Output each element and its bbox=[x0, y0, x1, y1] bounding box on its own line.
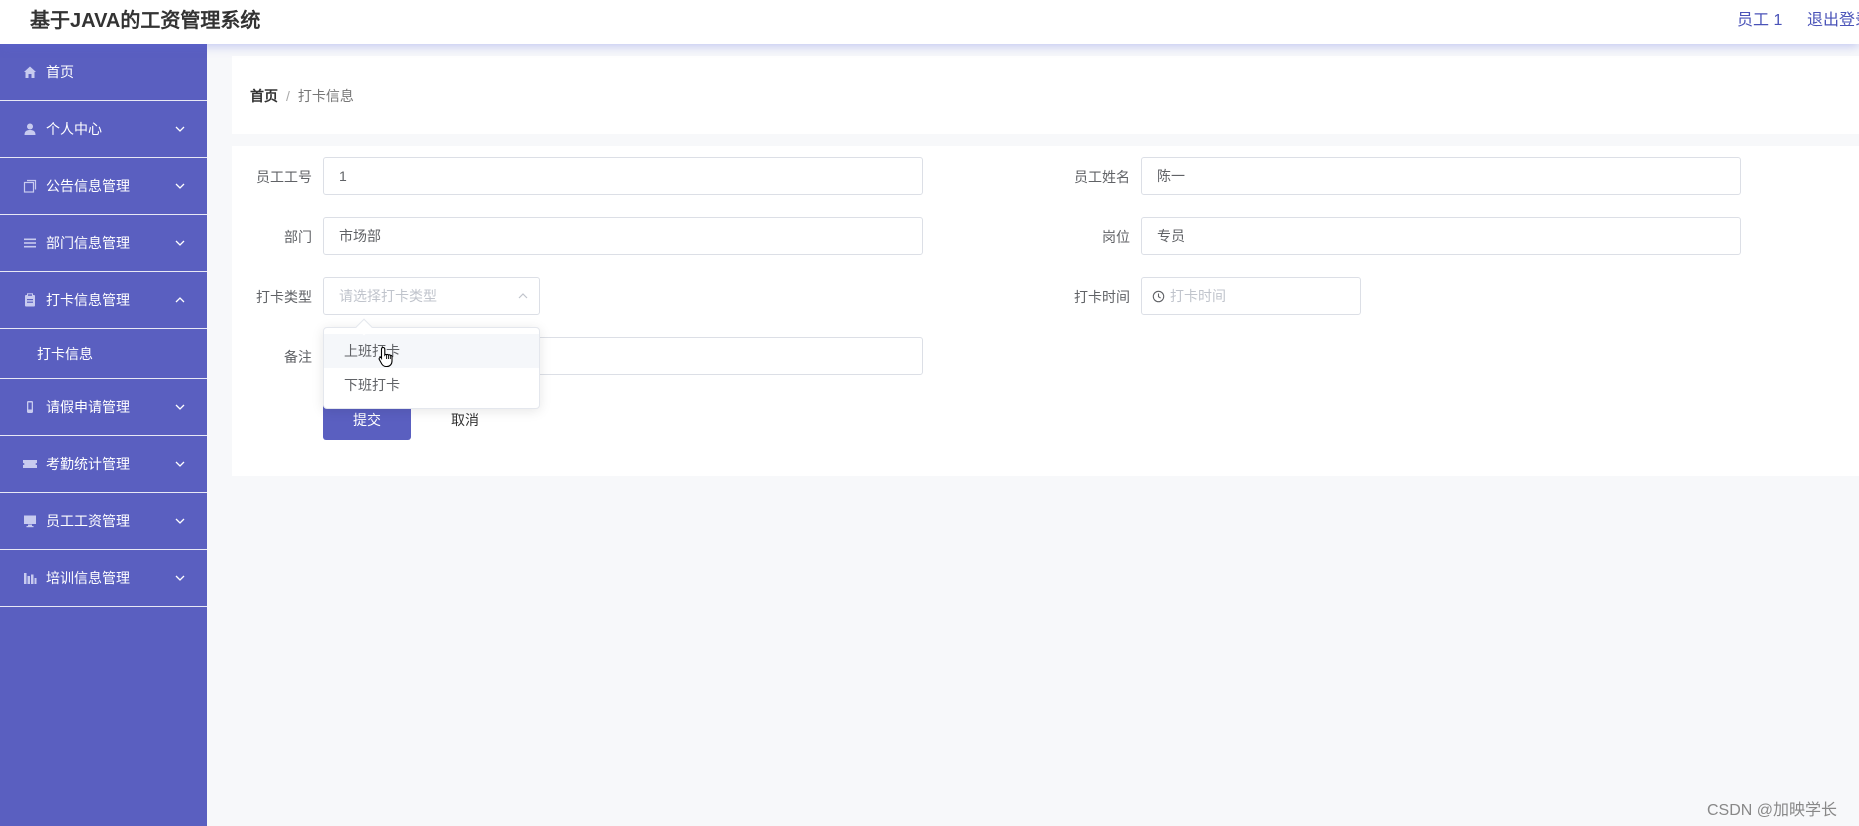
chevron-down-icon bbox=[175, 126, 185, 132]
list-icon bbox=[22, 235, 38, 251]
punch-type-dropdown: 上班打卡 下班打卡 bbox=[323, 318, 540, 409]
copy-icon bbox=[22, 178, 38, 194]
punch-time-label: 打卡时间 bbox=[1074, 289, 1130, 305]
sidebar-item-label: 部门信息管理 bbox=[46, 235, 130, 251]
sidebar-item-label: 考勤统计管理 bbox=[46, 456, 130, 472]
hand-cursor-icon bbox=[378, 346, 393, 368]
employee-name-input[interactable] bbox=[1141, 157, 1741, 195]
sidebar-item-label: 打卡信息管理 bbox=[46, 292, 130, 308]
chart-icon bbox=[22, 570, 38, 586]
chevron-down-icon bbox=[175, 461, 185, 467]
position-input[interactable] bbox=[1141, 217, 1741, 255]
sidebar-item-label: 首页 bbox=[46, 64, 74, 80]
sidebar-subitem-punch-info[interactable]: 打卡信息 bbox=[0, 329, 207, 379]
sidebar-menu: 首页 个人中心 公告信息管理 部门信息管理 打卡信息管理 打卡信息 请假申请管理… bbox=[0, 44, 207, 826]
remark-label: 备注 bbox=[284, 349, 312, 365]
punch-type-label: 打卡类型 bbox=[256, 289, 312, 305]
chevron-up-icon bbox=[175, 297, 185, 303]
app-title: 基于JAVA的工资管理系统 bbox=[30, 10, 261, 32]
top-header: 基于JAVA的工资管理系统 员工 1 退出登录 bbox=[0, 0, 1859, 44]
ticket-icon bbox=[22, 456, 38, 472]
punch-time-picker[interactable]: 打卡时间 bbox=[1141, 277, 1361, 315]
phone-icon bbox=[22, 399, 38, 415]
chevron-down-icon bbox=[175, 404, 185, 410]
sidebar-item-label: 公告信息管理 bbox=[46, 178, 130, 194]
home-icon bbox=[22, 64, 38, 80]
option-clock-out[interactable]: 下班打卡 bbox=[324, 368, 539, 402]
breadcrumb: 首页 / 打卡信息 bbox=[250, 86, 354, 106]
sidebar-item-label: 培训信息管理 bbox=[46, 570, 130, 586]
sidebar-item-announcements[interactable]: 公告信息管理 bbox=[0, 158, 207, 215]
chevron-up-icon bbox=[518, 293, 528, 299]
chevron-down-icon bbox=[175, 183, 185, 189]
clipboard-icon bbox=[22, 292, 38, 308]
sidebar-item-profile[interactable]: 个人中心 bbox=[0, 101, 207, 158]
logout-link[interactable]: 退出登录 bbox=[1807, 6, 1859, 30]
punch-type-select[interactable]: 请选择打卡类型 bbox=[323, 277, 540, 315]
sidebar-item-leave[interactable]: 请假申请管理 bbox=[0, 379, 207, 436]
chevron-down-icon bbox=[175, 240, 185, 246]
sidebar-item-label: 员工工资管理 bbox=[46, 513, 130, 529]
employee-id-input[interactable] bbox=[323, 157, 923, 195]
watermark-text: CSDN @加映学长 bbox=[1707, 802, 1838, 819]
breadcrumb-current: 打卡信息 bbox=[297, 88, 354, 104]
sidebar-item-punch-management[interactable]: 打卡信息管理 bbox=[0, 272, 207, 329]
chevron-down-icon bbox=[175, 518, 185, 524]
department-label: 部门 bbox=[284, 229, 312, 245]
employee-name-label: 员工姓名 bbox=[1074, 169, 1130, 185]
position-label: 岗位 bbox=[1102, 229, 1130, 245]
sidebar-item-label: 个人中心 bbox=[46, 121, 102, 137]
sidebar-item-home[interactable]: 首页 bbox=[0, 44, 207, 101]
sidebar-item-departments[interactable]: 部门信息管理 bbox=[0, 215, 207, 272]
sidebar-item-attendance[interactable]: 考勤统计管理 bbox=[0, 436, 207, 493]
breadcrumb-home[interactable]: 首页 bbox=[250, 88, 278, 104]
current-user-link[interactable]: 员工 1 bbox=[1737, 6, 1782, 30]
sidebar-item-training[interactable]: 培训信息管理 bbox=[0, 550, 207, 607]
department-input[interactable] bbox=[323, 217, 923, 255]
breadcrumb-card: 首页 / 打卡信息 bbox=[232, 56, 1859, 134]
user-icon bbox=[22, 121, 38, 137]
employee-id-label: 员工工号 bbox=[256, 169, 312, 185]
sidebar-item-salary[interactable]: 员工工资管理 bbox=[0, 493, 207, 550]
monitor-icon bbox=[22, 513, 38, 529]
punch-time-placeholder: 打卡时间 bbox=[1170, 288, 1226, 304]
clock-icon bbox=[1152, 290, 1165, 302]
punch-type-placeholder: 请选择打卡类型 bbox=[339, 288, 437, 304]
option-clock-in[interactable]: 上班打卡 bbox=[324, 334, 539, 368]
chevron-down-icon bbox=[175, 575, 185, 581]
sidebar-item-label: 请假申请管理 bbox=[46, 399, 130, 415]
breadcrumb-separator: / bbox=[286, 88, 290, 104]
